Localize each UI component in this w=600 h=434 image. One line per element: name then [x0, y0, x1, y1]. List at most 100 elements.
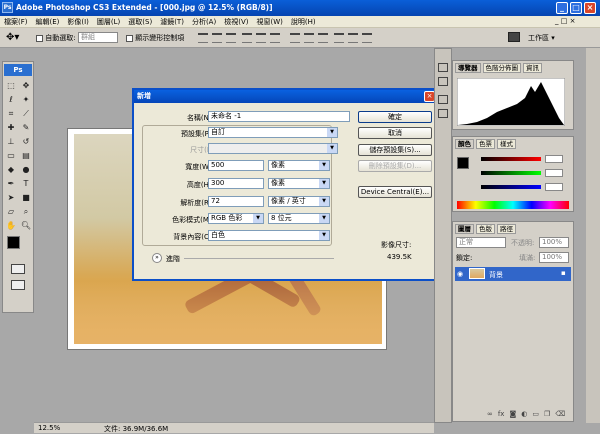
panel-tab[interactable]: 導覽器 [455, 63, 481, 73]
screen-mode-icon[interactable] [11, 280, 25, 290]
eraser-tool-icon[interactable]: ▭ [5, 150, 17, 161]
eye-icon[interactable]: ◉ [457, 270, 463, 278]
shape-tool-icon[interactable]: ■ [20, 192, 32, 203]
new-group-icon[interactable]: ▭ [532, 410, 539, 418]
color-ramp[interactable] [457, 201, 569, 209]
delete-preset-button[interactable]: 刪除預設集(D)... [358, 160, 432, 172]
adjustment-layer-icon[interactable]: ◐ [521, 410, 527, 418]
show-transform-option[interactable]: 顯示變形控制項 [126, 33, 184, 43]
quick-mask-icon[interactable] [11, 264, 25, 274]
resolution-unit-dropdown[interactable]: 像素 / 英寸 ▼ [268, 196, 330, 207]
background-contents-dropdown[interactable]: 白色 ▼ [208, 230, 330, 241]
panel-tab[interactable]: 圖層 [455, 224, 474, 234]
green-value[interactable] [545, 169, 563, 177]
magic-wand-tool-icon[interactable]: ✦ [20, 94, 32, 105]
distribute-right-icon[interactable] [362, 33, 372, 43]
opacity-input[interactable]: 100% [539, 237, 569, 248]
menu-item[interactable]: 影像(I) [67, 17, 89, 27]
height-input[interactable]: 300 [208, 178, 264, 189]
auto-select-option[interactable]: 自動選取: [36, 33, 76, 43]
save-preset-button[interactable]: 儲存預設集(S)... [358, 144, 432, 156]
marquee-tool-icon[interactable]: ⬚ [5, 80, 17, 91]
move-tool-icon[interactable]: ✥ [20, 80, 32, 91]
auto-select-checkbox[interactable] [36, 34, 43, 42]
blue-value[interactable] [545, 183, 563, 191]
cancel-button[interactable]: 取消 [358, 127, 432, 139]
menu-item[interactable]: 編輯(E) [36, 17, 60, 27]
healing-brush-tool-icon[interactable]: ✚ [5, 122, 17, 133]
hand-tool-icon[interactable]: ✋ [5, 220, 17, 231]
align-left-icon[interactable] [242, 33, 252, 43]
layer-style-icon[interactable]: fx [498, 410, 505, 418]
actions-icon[interactable] [438, 77, 448, 86]
width-input[interactable]: 500 [208, 160, 264, 171]
panel-tab[interactable]: 顏色 [455, 139, 474, 149]
distribute-vcenter-icon[interactable] [304, 33, 314, 43]
align-right-icon[interactable] [270, 33, 280, 43]
fill-input[interactable]: 100% [539, 252, 569, 263]
distribute-hcenter-icon[interactable] [348, 33, 358, 43]
red-slider[interactable] [481, 157, 541, 161]
path-selection-tool-icon[interactable]: ➤ [5, 192, 17, 203]
zoom-level[interactable]: 12.5% [38, 424, 60, 432]
chevron-double-down-icon[interactable]: » [152, 253, 162, 263]
type-tool-icon[interactable]: T [20, 178, 32, 189]
notes-tool-icon[interactable]: ▱ [5, 206, 17, 217]
red-value[interactable] [545, 155, 563, 163]
menu-item[interactable]: 濾鏡(T) [160, 17, 184, 27]
palette-well-icon[interactable] [508, 32, 520, 42]
menu-item[interactable]: 說明(H) [291, 17, 316, 27]
device-central-button[interactable]: Device Central(E)... [358, 186, 432, 198]
panel-scrollbar[interactable] [586, 48, 600, 423]
foreground-color-swatch[interactable] [7, 236, 20, 249]
bit-depth-dropdown[interactable]: 8 位元 ▼ [268, 213, 330, 224]
pen-tool-icon[interactable]: ✒ [5, 178, 17, 189]
align-hcenter-icon[interactable] [256, 33, 266, 43]
height-unit-dropdown[interactable]: 像素 ▼ [268, 178, 330, 189]
doc-window-controls[interactable]: _ □ × [555, 17, 575, 25]
name-input[interactable]: 未命名 -1 [208, 111, 350, 122]
color-mode-dropdown[interactable]: RGB 色彩 ▼ [208, 213, 264, 224]
maximize-button[interactable]: □ [570, 2, 582, 14]
panel-tab[interactable]: 色階分佈圖 [482, 63, 521, 73]
slice-tool-icon[interactable]: ⟋ [20, 108, 32, 119]
layer-mask-icon[interactable]: ◙ [509, 410, 516, 418]
crop-tool-icon[interactable]: ⌗ [5, 108, 17, 119]
brushes-icon[interactable] [438, 95, 448, 104]
blur-tool-icon[interactable]: ◆ [5, 164, 17, 175]
panel-tab[interactable]: 路徑 [497, 224, 516, 234]
menu-item[interactable]: 視窗(W) [256, 17, 282, 27]
align-top-icon[interactable] [198, 33, 208, 43]
align-vcenter-icon[interactable] [212, 33, 222, 43]
history-brush-tool-icon[interactable]: ↺ [20, 136, 32, 147]
dodge-tool-icon[interactable]: ● [20, 164, 32, 175]
advanced-label[interactable]: 進階 [166, 254, 180, 264]
move-tool-icon[interactable]: ✥▾ [6, 32, 19, 43]
workspace-menu[interactable]: 工作區 ▾ [528, 33, 555, 43]
panel-tab[interactable]: 色票 [476, 139, 495, 149]
new-layer-icon[interactable]: ❐ [544, 410, 550, 418]
green-slider[interactable] [481, 171, 541, 175]
panel-tab[interactable]: 資訊 [523, 63, 542, 73]
distribute-bottom-icon[interactable] [318, 33, 328, 43]
close-button[interactable]: × [584, 2, 596, 14]
lasso-tool-icon[interactable]: ℓ [5, 94, 17, 105]
width-unit-dropdown[interactable]: 像素 ▼ [268, 160, 330, 171]
menu-item[interactable]: 檔案(F) [4, 17, 28, 27]
zoom-tool-icon[interactable]: 🔍︎ [20, 220, 32, 231]
minimize-button[interactable]: _ [556, 2, 568, 14]
clone-stamp-tool-icon[interactable]: ⊥ [5, 136, 17, 147]
panel-tab[interactable]: 色版 [476, 224, 495, 234]
delete-layer-icon[interactable]: ⌫ [555, 410, 565, 418]
blend-mode-dropdown[interactable]: 正常 [456, 237, 506, 248]
auto-select-dropdown[interactable]: 群組 [78, 32, 118, 43]
layer-row-background[interactable]: ◉ 背景 ▪ [455, 267, 571, 281]
distribute-top-icon[interactable] [290, 33, 300, 43]
brush-tool-icon[interactable]: ✎ [20, 122, 32, 133]
menu-item[interactable]: 檢視(V) [224, 17, 248, 27]
eyedropper-tool-icon[interactable]: ⌕ [20, 206, 32, 217]
panel-tab[interactable]: 樣式 [497, 139, 516, 149]
gradient-tool-icon[interactable]: ▤ [20, 150, 32, 161]
color-foreground-swatch[interactable] [457, 157, 469, 169]
distribute-left-icon[interactable] [334, 33, 344, 43]
